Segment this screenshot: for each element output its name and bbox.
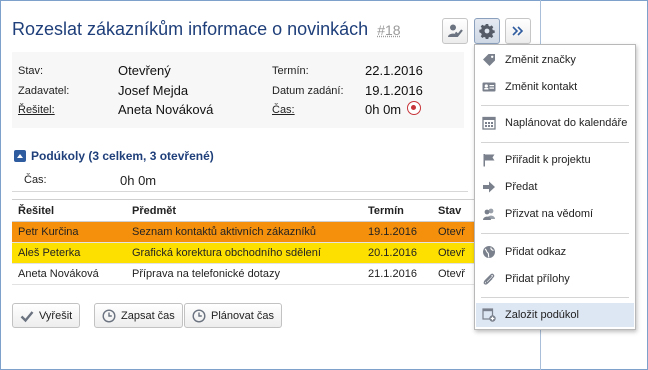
subtasks-time-label: Čas: bbox=[24, 174, 47, 186]
row-deadline: 20.1.2016 bbox=[362, 242, 432, 264]
subtasks-time-value: 0h 0m bbox=[120, 173, 157, 188]
assigned-date-label: Datum zadání: bbox=[272, 85, 344, 97]
users-icon bbox=[483, 208, 495, 220]
assignee-label[interactable]: Řešitel: bbox=[18, 104, 55, 116]
checkmark-icon bbox=[20, 310, 34, 322]
column-header-resitel[interactable]: Řešitel bbox=[12, 199, 126, 222]
menu-item-create-subtask[interactable]: Založit podúkol bbox=[476, 303, 634, 327]
settings-button[interactable] bbox=[474, 18, 500, 44]
menu-item-label: Přiřadit k projektu bbox=[505, 154, 591, 166]
menu-item-label: Přidat odkaz bbox=[505, 246, 567, 258]
arrow-right-icon bbox=[483, 181, 495, 193]
subtasks-time-row: Čas: 0h 0m bbox=[12, 168, 468, 192]
more-actions-button[interactable] bbox=[505, 18, 531, 44]
column-header-predmet[interactable]: Předmět bbox=[126, 199, 362, 222]
row-assignee: Aneta Nováková bbox=[12, 263, 126, 285]
menu-item-label: Přizvat na vědomí bbox=[505, 208, 594, 220]
menu-item-assign-project[interactable]: Přiřadit k projektu bbox=[476, 148, 634, 172]
page-title: Rozeslat zákazníkům informace o novinkác… bbox=[12, 19, 401, 40]
assignee-value: Aneta Nováková bbox=[118, 102, 214, 117]
menu-item-invite-cc[interactable]: Přizvat na vědomí bbox=[476, 202, 634, 226]
double-chevron-right-icon bbox=[512, 26, 524, 36]
log-time-button[interactable]: Zapsat čas bbox=[94, 303, 183, 328]
subtasks-table: Řešitel Předmět Termín Stav Petr Kurčina… bbox=[12, 199, 474, 285]
status-label: Stav: bbox=[18, 65, 44, 77]
menu-item-change-contact[interactable]: Změnit kontakt bbox=[476, 75, 634, 99]
contact-card-icon bbox=[482, 82, 496, 92]
resolve-button[interactable]: Vyřešit bbox=[12, 303, 81, 328]
flag-icon bbox=[483, 154, 495, 167]
table-row[interactable]: Aneta Nováková Příprava na telefonické d… bbox=[12, 263, 474, 285]
menu-item-label: Přidat přílohy bbox=[505, 273, 570, 285]
table-row[interactable]: Petr Kurčina Seznam kontaktů aktivních z… bbox=[12, 221, 474, 243]
subtasks-heading-label: Podúkoly (3 celkem, 3 otevřené) bbox=[31, 149, 214, 163]
subtasks-heading[interactable]: Podúkoly (3 celkem, 3 otevřené) bbox=[14, 149, 214, 163]
row-deadline: 21.1.2016 bbox=[362, 263, 432, 285]
menu-item-label: Změnit kontakt bbox=[505, 81, 578, 93]
plan-time-button-label: Plánovat čas bbox=[211, 309, 274, 322]
assigned-date-value: 19.1.2016 bbox=[365, 83, 423, 98]
assigner-label: Zadavatel: bbox=[18, 85, 70, 97]
menu-separator bbox=[481, 142, 629, 143]
menu-item-change-tags[interactable]: Změnit značky bbox=[476, 48, 634, 72]
menu-item-label: Založit podúkol bbox=[505, 309, 579, 321]
menu-separator bbox=[481, 297, 629, 298]
approve-button[interactable] bbox=[442, 18, 468, 44]
status-value: Otevřený bbox=[118, 63, 171, 78]
row-subject[interactable]: Příprava na telefonické dotazy bbox=[126, 263, 362, 285]
plan-time-button[interactable]: Plánovat čas bbox=[184, 303, 282, 328]
task-details-panel: Stav: Otevřený Zadavatel: Josef Mejda Ře… bbox=[12, 52, 464, 128]
menu-item-add-attachments[interactable]: Přidat přílohy bbox=[476, 267, 634, 291]
row-status: Otevř bbox=[432, 263, 474, 285]
paperclip-icon bbox=[483, 273, 495, 285]
row-assignee: Aleš Peterka bbox=[12, 242, 126, 264]
menu-separator bbox=[481, 233, 629, 234]
clock-icon bbox=[102, 308, 116, 323]
task-number[interactable]: #18 bbox=[377, 22, 400, 38]
calendar-icon bbox=[482, 116, 496, 130]
user-check-icon bbox=[448, 24, 463, 37]
collapse-icon[interactable] bbox=[14, 150, 26, 162]
row-subject[interactable]: Seznam kontaktů aktivních zákazníků bbox=[126, 221, 362, 243]
table-row[interactable]: Aleš Peterka Grafická korektura obchodní… bbox=[12, 242, 474, 264]
row-assignee: Petr Kurčina bbox=[12, 221, 126, 243]
row-status: Otevř bbox=[432, 242, 474, 264]
record-time-icon[interactable] bbox=[407, 101, 421, 115]
log-time-button-label: Zapsat čas bbox=[121, 309, 175, 322]
settings-dropdown-menu: Změnit značky Změnit kontakt Naplánovat … bbox=[474, 44, 636, 330]
gear-icon bbox=[479, 24, 495, 39]
task-title: Rozeslat zákazníkům informace o novinkác… bbox=[12, 19, 369, 39]
row-deadline: 19.1.2016 bbox=[362, 221, 432, 243]
menu-item-hand-over[interactable]: Předat bbox=[476, 175, 634, 199]
deadline-label: Termín: bbox=[272, 65, 309, 77]
tag-icon bbox=[483, 54, 495, 66]
column-header-termin[interactable]: Termín bbox=[362, 199, 432, 222]
time-label[interactable]: Čas: bbox=[272, 104, 295, 116]
menu-item-add-link[interactable]: Přidat odkaz bbox=[476, 240, 634, 264]
time-value: 0h 0m bbox=[365, 102, 402, 117]
row-status: Otevř bbox=[432, 221, 474, 243]
add-subtask-icon bbox=[482, 308, 496, 322]
clock-icon bbox=[192, 308, 206, 323]
column-header-stav[interactable]: Stav bbox=[432, 199, 474, 222]
deadline-value: 22.1.2016 bbox=[365, 63, 423, 78]
row-subject[interactable]: Grafická korektura obchodního sdělení bbox=[126, 242, 362, 264]
resolve-button-label: Vyřešit bbox=[39, 309, 73, 322]
menu-item-schedule-calendar[interactable]: Naplánovat do kalendáře bbox=[476, 111, 634, 135]
menu-item-label: Změnit značky bbox=[505, 54, 576, 66]
globe-icon bbox=[483, 246, 495, 258]
table-header-row: Řešitel Předmět Termín Stav bbox=[12, 199, 474, 222]
menu-item-label: Naplánovat do kalendáře bbox=[505, 117, 628, 129]
menu-item-label: Předat bbox=[505, 181, 538, 193]
assigner-value: Josef Mejda bbox=[118, 83, 189, 98]
menu-separator bbox=[481, 105, 629, 106]
